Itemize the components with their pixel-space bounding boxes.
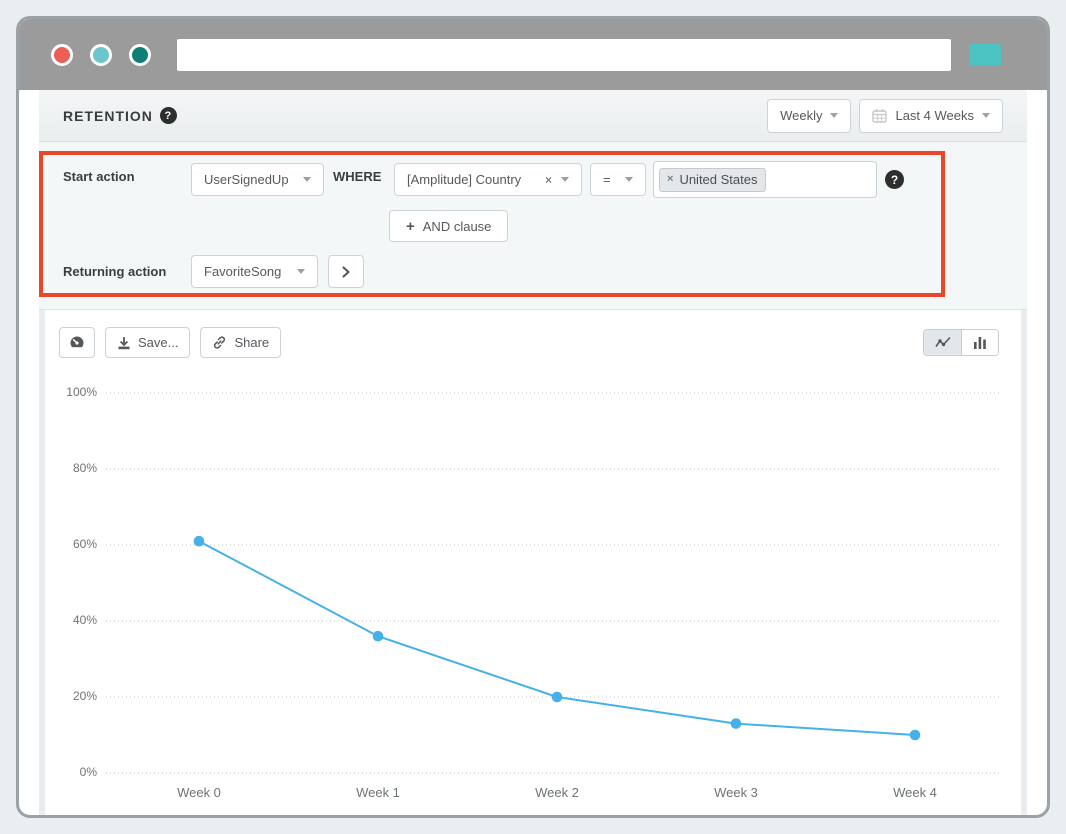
operator-value: = [603, 172, 611, 187]
line-chart-icon [935, 336, 951, 349]
where-help-icon[interactable]: ? [885, 170, 904, 189]
x-tick-label: Week 2 [535, 785, 579, 800]
page-title: RETENTION ? [63, 107, 177, 124]
chevron-down-icon [830, 113, 838, 118]
chevron-down-icon [303, 177, 311, 182]
remove-property-icon[interactable]: × [545, 173, 552, 187]
y-tick-label: 40% [47, 613, 97, 627]
bar-chart-toggle[interactable] [961, 330, 998, 355]
retention-line-chart [104, 383, 1009, 793]
x-tick-label: Week 4 [893, 785, 937, 800]
data-point [194, 536, 205, 547]
add-to-dashboard-button[interactable] [59, 327, 95, 358]
link-icon [212, 335, 227, 350]
where-property-dropdown[interactable]: [Amplitude] Country × [394, 163, 582, 196]
data-point [731, 718, 742, 729]
where-label: WHERE [333, 169, 381, 184]
y-tick-label: 20% [47, 689, 97, 703]
x-tick-label: Week 3 [714, 785, 758, 800]
add-and-clause-button[interactable]: + AND clause [389, 210, 508, 242]
start-action-value: UserSignedUp [204, 172, 289, 187]
x-tick-label: Week 0 [177, 785, 221, 800]
date-range-label: Last 4 Weeks [895, 108, 974, 123]
chart-panel: Save... Share [45, 310, 1021, 815]
chevron-down-icon [625, 177, 633, 182]
dashboard-gauge-icon [69, 335, 85, 350]
address-bar[interactable] [177, 39, 951, 71]
header-controls: Weekly Last 4 Weeks [767, 99, 1003, 133]
line-chart-toggle[interactable] [924, 330, 961, 355]
where-property-value: [Amplitude] Country [407, 172, 521, 187]
close-window-button[interactable] [51, 44, 73, 66]
y-tick-label: 0% [47, 765, 97, 779]
returning-action-value: FavoriteSong [204, 264, 281, 279]
share-label: Share [234, 335, 269, 350]
chart-toolbar: Save... Share [45, 327, 1021, 358]
retention-help-icon[interactable]: ? [160, 107, 177, 124]
data-point [373, 631, 384, 642]
x-tick-label: Week 1 [356, 785, 400, 800]
value-tag-text: United States [679, 172, 757, 187]
date-range-dropdown[interactable]: Last 4 Weeks [859, 99, 1003, 133]
query-builder: Start action UserSignedUp WHERE [Amplitu… [39, 142, 1027, 310]
save-label: Save... [138, 335, 178, 350]
minimize-window-button[interactable] [90, 44, 112, 66]
operator-dropdown[interactable]: = [590, 163, 646, 196]
value-tag[interactable]: × United States [659, 168, 766, 192]
page-title-text: RETENTION [63, 108, 153, 124]
chevron-down-icon [297, 269, 305, 274]
maximize-window-button[interactable] [129, 44, 151, 66]
browser-titlebar [19, 19, 1047, 90]
returning-action-dropdown[interactable]: FavoriteSong [191, 255, 318, 288]
chevron-down-icon [982, 113, 990, 118]
remove-tag-icon[interactable]: × [667, 173, 673, 185]
plus-icon: + [406, 218, 415, 235]
chevron-down-icon [561, 177, 569, 182]
where-value-input[interactable]: × United States [653, 161, 877, 198]
y-tick-label: 100% [47, 385, 97, 399]
y-tick-label: 60% [47, 537, 97, 551]
expand-returning-action-button[interactable] [328, 255, 364, 288]
browser-window: RETENTION ? Weekly [16, 16, 1050, 818]
browser-action-button[interactable] [969, 44, 1001, 66]
granularity-label: Weekly [780, 108, 822, 123]
chart-type-toggle [923, 329, 999, 356]
retention-header: RETENTION ? Weekly [39, 90, 1027, 142]
download-icon [117, 336, 131, 350]
window-controls [51, 44, 151, 66]
granularity-dropdown[interactable]: Weekly [767, 99, 851, 133]
start-action-dropdown[interactable]: UserSignedUp [191, 163, 324, 196]
y-tick-label: 80% [47, 461, 97, 475]
chevron-right-icon [341, 266, 351, 278]
bar-chart-icon [973, 336, 987, 349]
returning-action-label: Returning action [63, 264, 166, 279]
share-button[interactable]: Share [200, 327, 281, 358]
and-clause-label: AND clause [423, 219, 492, 234]
app-content: RETENTION ? Weekly [39, 90, 1027, 815]
retention-series-line [199, 541, 915, 735]
data-point [910, 730, 921, 741]
calendar-icon [872, 108, 887, 123]
data-point [552, 692, 563, 703]
save-button[interactable]: Save... [105, 327, 190, 358]
start-action-label: Start action [63, 169, 135, 184]
